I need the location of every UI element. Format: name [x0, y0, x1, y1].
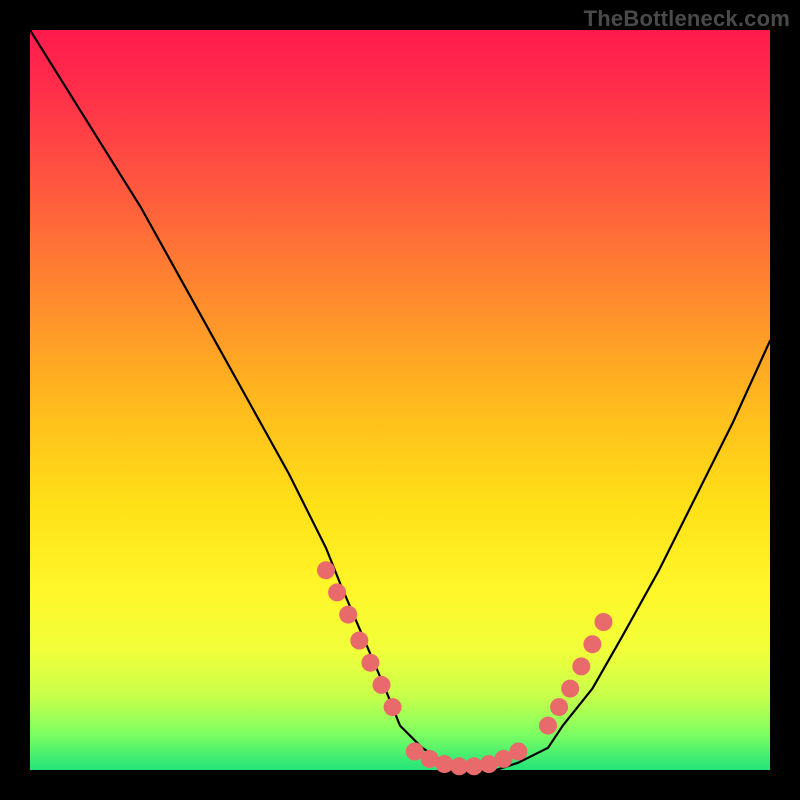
marker-dot — [583, 635, 601, 653]
marker-dot — [561, 680, 579, 698]
marker-dot — [509, 743, 527, 761]
marker-dot — [373, 676, 391, 694]
marker-dot — [539, 717, 557, 735]
marker-dot — [339, 606, 357, 624]
marker-dot — [361, 654, 379, 672]
marker-dot — [550, 698, 568, 716]
marker-dot — [317, 561, 335, 579]
marker-dot — [595, 613, 613, 631]
marker-dot — [572, 657, 590, 675]
marker-dot — [328, 583, 346, 601]
chart-frame: TheBottleneck.com — [0, 0, 800, 800]
bottleneck-curve-line — [30, 30, 770, 770]
watermark-text: TheBottleneck.com — [584, 6, 790, 32]
marker-dot — [350, 632, 368, 650]
chart-svg — [30, 30, 770, 770]
marker-dot — [384, 698, 402, 716]
plot-area — [30, 30, 770, 770]
marker-group — [317, 561, 613, 775]
